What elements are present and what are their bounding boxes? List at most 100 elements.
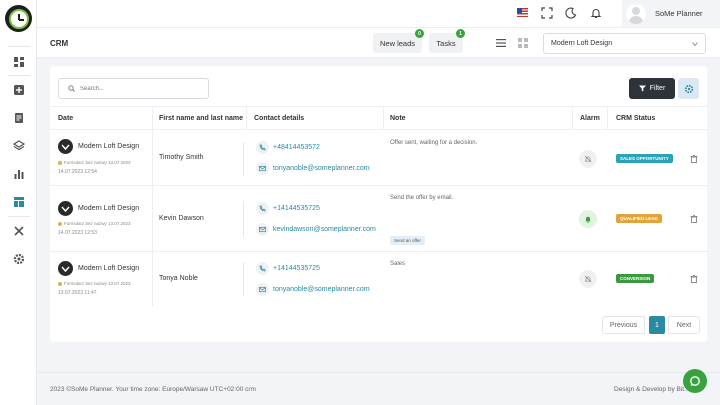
pagination-next[interactable]: Next (668, 316, 700, 334)
footer-copyright: 2023 ©SoMe Planner. Your time zone: Euro… (50, 386, 256, 393)
list-view-icon[interactable] (496, 38, 506, 48)
column-settings-button[interactable] (678, 78, 699, 99)
bell-icon[interactable] (590, 7, 602, 19)
sidebar-item-settings[interactable] (11, 251, 26, 266)
fullscreen-icon[interactable] (541, 7, 553, 19)
company-name: Modern Loft Design (78, 143, 140, 150)
filter-label: Filter (649, 85, 666, 92)
sidebar-item-tools[interactable] (11, 223, 26, 238)
m-logo-icon (61, 206, 70, 213)
pagination-previous[interactable]: Previous (602, 316, 645, 334)
status-badge[interactable]: QUALIFIED LEAD (616, 214, 662, 223)
mail-icon (259, 165, 266, 172)
lead-phone[interactable]: +14144535725 (273, 265, 320, 272)
lead-date: 13.07.2023 11:47 (58, 290, 97, 296)
company-logo (58, 261, 73, 276)
search-input[interactable] (80, 85, 200, 92)
table-row[interactable]: Modern Loft Design Formularz bez nazwy 1… (50, 130, 707, 186)
sidebar-divider (8, 216, 30, 217)
sidebar-item-posts[interactable] (11, 110, 26, 125)
trash-icon[interactable] (690, 275, 698, 283)
phone-icon-wrap (256, 202, 269, 215)
lead-note: Offer sent, waiting for a decision. (390, 140, 478, 146)
bell-icon (585, 216, 591, 223)
form-name: Formularz bez nazwy 13.07.2023 (64, 221, 131, 226)
chevron-down-icon (692, 42, 698, 47)
m-logo-icon (61, 144, 70, 151)
grid-view-icon[interactable] (518, 38, 528, 48)
column-header-note[interactable]: Note (390, 115, 406, 122)
us-flag-icon[interactable] (517, 8, 528, 17)
chat-bubble-icon (690, 376, 700, 386)
form-name: Formularz bez nazwy 13.07.2023 (64, 281, 131, 286)
form-name: Formularz bez nazwy 13.07.2023 (64, 160, 131, 165)
sidebar-item-crm[interactable] (11, 194, 26, 209)
column-header-alarm[interactable]: Alarm (580, 115, 600, 122)
footer: 2023 ©SoMe Planner. Your time zone: Euro… (37, 372, 720, 405)
new-leads-button[interactable]: New leads 0 (373, 29, 424, 53)
lead-phone[interactable]: +48414453572 (273, 144, 320, 151)
phone-icon (259, 144, 266, 151)
status-badge[interactable]: SALES OPPORTUNITY (616, 154, 673, 163)
contact-divider (243, 142, 244, 176)
pagination-page[interactable]: 1 (649, 316, 665, 334)
sidebar-item-add[interactable] (11, 82, 26, 97)
tasks-button[interactable]: Tasks 1 (429, 29, 465, 53)
table-row[interactable]: Modern Loft Design Formularz bez nazwy 1… (50, 252, 707, 306)
column-header-name[interactable]: First name and last name (159, 115, 243, 122)
alarm-toggle[interactable] (579, 270, 597, 288)
phone-icon (259, 265, 266, 272)
column-header-date[interactable]: Date (58, 115, 73, 122)
new-leads-badge: 0 (415, 29, 424, 38)
column-divider (383, 106, 384, 130)
document-icon (14, 112, 23, 123)
lead-note: Sales (390, 261, 406, 267)
column-divider (246, 106, 247, 130)
status-badge[interactable]: CONVERSION (616, 274, 655, 283)
trash-icon[interactable] (690, 215, 698, 223)
form-source: Formularz bez nazwy 13.07.2023 (58, 281, 131, 286)
moon-icon[interactable] (565, 7, 577, 19)
crm-icon (13, 196, 24, 207)
column-header-contact[interactable]: Contact details (254, 115, 304, 122)
lead-email[interactable]: kevindawson@someplanner.com (273, 226, 376, 233)
company-name: Modern Loft Design (78, 205, 140, 212)
phone-icon-wrap (256, 141, 269, 154)
column-header-status[interactable]: CRM Status (616, 115, 655, 122)
alarm-toggle[interactable] (579, 210, 597, 228)
chat-button[interactable] (683, 369, 707, 393)
company-logo (58, 201, 73, 216)
note-tag[interactable]: Send an offer (390, 236, 425, 245)
dashboard-icon (13, 56, 24, 67)
bell-off-icon (584, 155, 592, 163)
trash-icon[interactable] (690, 155, 698, 163)
app-logo[interactable] (5, 5, 32, 32)
filter-button[interactable]: Filter (629, 78, 675, 99)
sidebar-item-stats[interactable] (11, 166, 26, 181)
sidebar-item-dashboard[interactable] (11, 54, 26, 69)
column-divider (572, 106, 573, 130)
workspace-select[interactable]: Modern Loft Design (543, 33, 706, 54)
sidebar-divider (8, 75, 30, 76)
page-header: CRM New leads 0 Tasks 1 Modern Loft Desi… (37, 27, 720, 58)
form-status-dot (58, 160, 62, 165)
lead-email[interactable]: tonyanoble@someplanner.com (273, 286, 370, 293)
lead-email[interactable]: tonyanoble@someplanner.com (273, 165, 370, 172)
tools-icon (13, 225, 24, 236)
footer-credits[interactable]: Design & Develop by Bit... (614, 386, 690, 393)
lead-name: Tonya Noble (159, 275, 198, 282)
company-name: Modern Loft Design (78, 265, 140, 272)
sidebar-item-layers[interactable] (11, 138, 26, 153)
tasks-label: Tasks (436, 38, 456, 48)
crm-card: Filter Date First name and last name Con… (50, 66, 707, 342)
avatar (626, 3, 646, 24)
alarm-toggle[interactable] (579, 150, 597, 168)
column-divider (152, 130, 153, 186)
new-leads-label: New leads (379, 38, 416, 48)
search-box[interactable] (58, 78, 209, 99)
lead-phone[interactable]: +14144535725 (273, 205, 320, 212)
lead-name: Kevin Dawson (159, 215, 204, 222)
table-row[interactable]: Modern Loft Design Formularz bez nazwy 1… (50, 186, 707, 252)
user-menu[interactable]: SoMe Planner (622, 0, 720, 27)
sidebar-divider (8, 46, 30, 47)
